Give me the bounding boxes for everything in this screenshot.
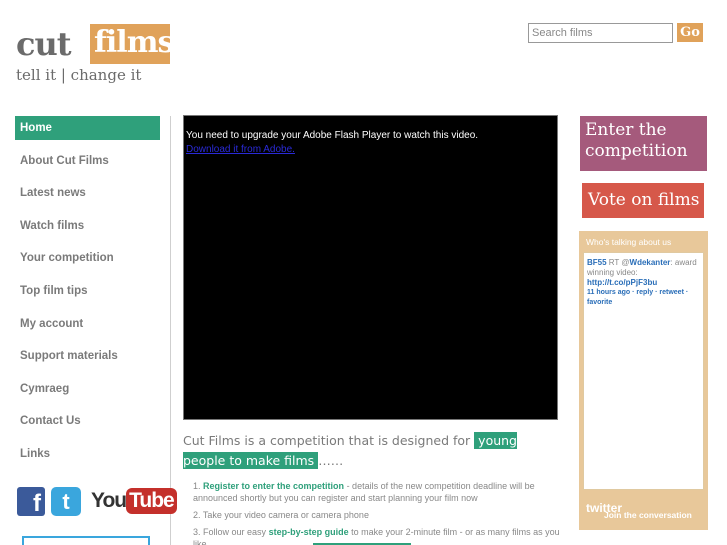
youtube-tube-text: Tube [126,488,177,514]
column-divider [170,116,171,545]
steps-list: 1. Register to enter the competition - d… [193,480,563,545]
twitter-icon[interactable]: t [51,487,81,516]
download-adobe-link[interactable]: Download it from Adobe. [186,144,295,155]
tweet-url-link[interactable]: http://t.co/pPjF3bu [587,278,700,288]
nav-item-cymraeg[interactable]: Cymraeg [15,377,160,410]
facebook-icon[interactable]: f [17,487,45,517]
nav-item-home[interactable]: Home [15,116,160,140]
step-1: 1. Register to enter the competition - d… [193,480,563,504]
twitter-widget-footer: twitter Join the conversation [586,497,706,525]
intro-text-after: …… [318,453,344,468]
tweet-reply-link[interactable]: reply [636,289,653,296]
intro-text-before: Cut Films is a competition that is desig… [183,433,475,448]
site-logo[interactable]: cut films tell it | change it [16,22,176,84]
step-3-text-before: Follow our easy [203,527,269,537]
register-link[interactable]: Register to enter the competition [203,481,344,491]
flash-upgrade-message: You need to upgrade your Adobe Flash Pla… [186,130,479,141]
tweet-favorite-link[interactable]: favorite [587,299,612,306]
twitter-widget-header: Who's talking about us [586,237,672,247]
step-1-num: 1. [193,481,201,491]
search-go-button[interactable]: Go [677,23,703,42]
tweet-meta: 11 hours ago · reply · retweet · favorit… [587,289,689,306]
nav-item-latest-news[interactable]: Latest news [15,181,160,214]
tweet-retweet-link[interactable]: retweet [659,289,684,296]
step-by-step-guide-link[interactable]: step-by-step guide [269,527,349,537]
nav-item-support-materials[interactable]: Support materials [15,344,160,377]
logo-tagline: tell it | change it [16,66,142,84]
join-conversation-link[interactable]: Join the conversation [604,510,692,520]
enter-competition-button[interactable]: Enter the competition [580,116,707,171]
logo-films-text: films [90,24,174,64]
video-player[interactable]: You need to upgrade your Adobe Flash Pla… [183,115,558,420]
youtube-you-text: You [91,489,127,512]
step-3-num: 3. [193,527,201,537]
nav-item-your-competition[interactable]: Your competition [15,246,160,279]
nav-item-watch-films[interactable]: Watch films [15,214,160,247]
search-input[interactable] [528,23,673,43]
sidebar-bottom-box [22,536,150,545]
nav-item-my-account[interactable]: My account [15,312,160,345]
vote-on-films-button[interactable]: Vote on films [582,183,704,218]
youtube-icon[interactable]: You Tube [91,488,177,516]
intro-text: Cut Films is a competition that is desig… [183,431,563,471]
tweet-time[interactable]: 11 hours ago [587,289,630,296]
tweet: BF55 RT @Wdekanter: award winning video:… [587,258,700,308]
nav-item-contact-us[interactable]: Contact Us [15,409,160,442]
tweet-mention-link[interactable]: Wdekanter [630,258,671,267]
nav-item-top-film-tips[interactable]: Top film tips [15,279,160,312]
step-2-text: Take your video camera or camera phone [202,510,369,520]
logo-cut-text: cut [16,25,72,63]
step-2-num: 2. [193,510,201,520]
tweet-list: BF55 RT @Wdekanter: award winning video:… [583,252,704,490]
tweet-rt: RT @ [606,258,630,267]
nav-item-about[interactable]: About Cut Films [15,149,160,182]
twitter-widget: Who's talking about us BF55 RT @Wdekante… [579,231,708,530]
step-2: 2. Take your video camera or camera phon… [193,509,563,521]
nav-item-links[interactable]: Links [15,442,160,475]
tweet-user-link[interactable]: BF55 [587,258,607,267]
sidebar-nav: Home About Cut Films Latest news Watch f… [15,116,160,475]
